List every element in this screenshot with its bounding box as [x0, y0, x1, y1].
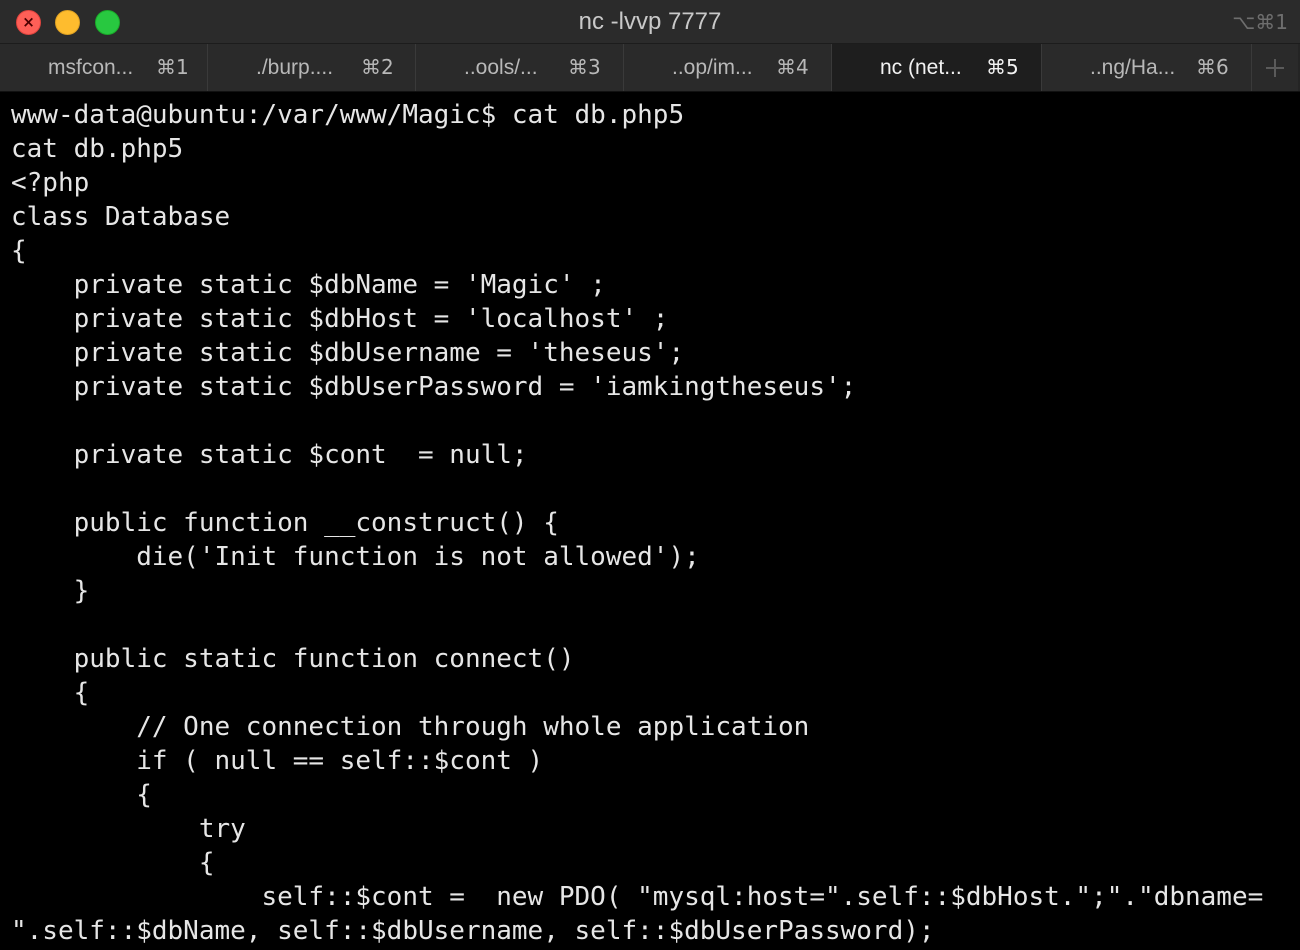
tab-shortcut: ⌘4 [776, 55, 809, 79]
terminal-line: private static $dbHost = 'localhost' ; [11, 304, 669, 334]
tab-label: ..op/im... [672, 56, 753, 79]
tab-shortcut: ⌘6 [1196, 55, 1229, 79]
terminal-line: public static function connect() [11, 644, 575, 674]
terminal-line: ".self::$dbName, self::$dbUsername, self… [11, 916, 935, 946]
tab-label: ..ools/... [464, 56, 538, 79]
tab-label: msfcon... [48, 56, 134, 79]
terminal-line: { [11, 678, 90, 708]
terminal-line: private static $dbUsername = 'theseus'; [11, 338, 685, 368]
terminal-line: class Database [11, 202, 231, 232]
terminal-line: } [11, 576, 90, 606]
terminal-line: private static $dbName = 'Magic' ; [11, 270, 606, 300]
terminal-line: <?php [11, 168, 90, 198]
terminal-line: try [11, 814, 246, 844]
terminal-line: die('Init function is not allowed'); [11, 542, 700, 572]
terminal-line: cat db.php5 [11, 134, 184, 164]
tab-tools[interactable]: ..ools/... ⌘3 [416, 44, 624, 91]
terminal-line: // One connection through whole applicat… [11, 712, 810, 742]
terminal-line: private static $dbUserPassword = 'iamkin… [11, 372, 857, 402]
terminal-line: public function __construct() { [11, 508, 559, 538]
terminal-line: { [11, 236, 27, 266]
terminal-line: { [11, 848, 215, 878]
window-title: nc -lvvp 7777 [578, 8, 722, 35]
window-shortcut: ⌥⌘1 [1232, 10, 1288, 34]
tab-label: nc (net... [880, 56, 962, 79]
tab-bar: msfcon... ⌘1 ./burp.... ⌘2 ..ools/... ⌘3… [0, 44, 1300, 92]
terminal-line: private static $cont = null; [11, 440, 528, 470]
title-bar[interactable]: × nc -lvvp 7777 ⌥⌘1 [0, 0, 1300, 44]
terminal-output[interactable]: www-data@ubuntu:/var/www/Magic$ cat db.p… [0, 92, 1300, 950]
tab-shortcut: ⌘1 [156, 55, 189, 79]
tab-label: ..ng/Ha... [1090, 56, 1176, 79]
tab-shortcut: ⌘3 [568, 55, 601, 79]
terminal-line: { [11, 780, 152, 810]
terminal-line: www-data@ubuntu:/var/www/Magic$ cat db.p… [11, 100, 685, 130]
tab-shortcut: ⌘2 [361, 55, 394, 79]
terminal-line: self::$cont = new PDO( "mysql:host=".sel… [11, 882, 1264, 912]
new-tab-button[interactable] [1252, 44, 1298, 91]
tab-ng-ha[interactable]: ..ng/Ha... ⌘6 [1042, 44, 1252, 91]
tab-shortcut: ⌘5 [986, 55, 1019, 79]
tab-burp[interactable]: ./burp.... ⌘2 [208, 44, 416, 91]
terminal-line: if ( null == self::$cont ) [11, 746, 544, 776]
tab-label: ./burp.... [256, 56, 334, 79]
tab-nc-netcat[interactable]: nc (net... ⌘5 [832, 44, 1042, 91]
tab-op-im[interactable]: ..op/im... ⌘4 [624, 44, 832, 91]
tab-msfconsole[interactable]: msfcon... ⌘1 [0, 44, 208, 91]
terminal-window: × nc -lvvp 7777 ⌥⌘1 msfcon... ⌘1 ./burp.… [0, 0, 1300, 950]
